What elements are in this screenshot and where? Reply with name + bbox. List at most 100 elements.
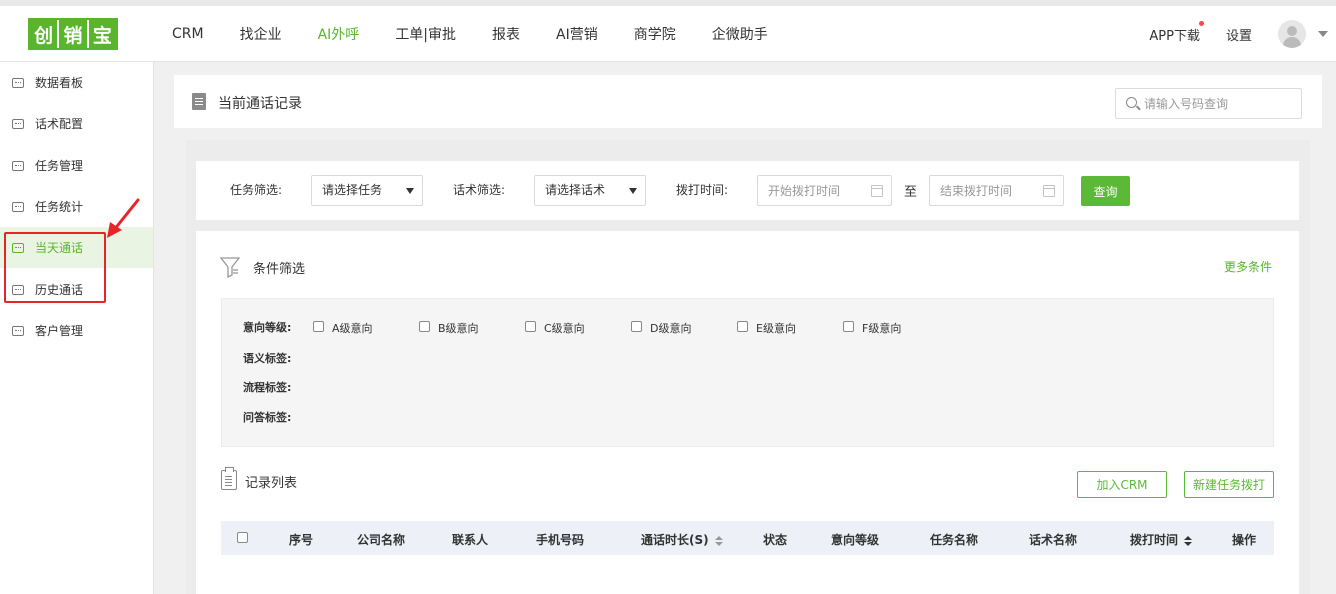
search-input[interactable] [1144, 89, 1294, 118]
nav-item-ai-call[interactable]: AI外呼 [318, 24, 360, 44]
record-list-title: 记录列表 [245, 476, 298, 491]
nav-item-crm[interactable]: CRM [172, 26, 204, 42]
logo-char: 创 [30, 20, 60, 48]
more-conditions-link[interactable]: 更多条件 [1224, 258, 1272, 275]
script-select-value: 请选择话术 [545, 183, 606, 197]
condition-panel: 意向等级: A级意向 B级意向 C级意向 D级意向 E级意向 F级意向 语义标签… [221, 298, 1274, 447]
sidebar-item-label: 话术配置 [35, 117, 84, 131]
sidebar-item-label: 历史通话 [35, 283, 84, 297]
nav-item-ticket-approval[interactable]: 工单|审批 [395, 24, 456, 44]
checkbox-box[interactable] [843, 321, 854, 332]
end-time-input[interactable] [940, 176, 1036, 205]
calendar-icon[interactable] [1043, 185, 1055, 197]
message-icon [12, 242, 24, 253]
logo-char: 宝 [92, 24, 112, 47]
checkbox-label: F级意向 [862, 322, 902, 335]
app-download-link[interactable]: APP下载 [1149, 20, 1204, 44]
chevron-down-icon[interactable] [1318, 31, 1328, 37]
column-header-label: 通话时长(S) [641, 533, 709, 547]
dropdown-arrow-icon [629, 188, 637, 194]
intent-b-checkbox[interactable]: B级意向 [419, 320, 479, 336]
checkbox-box[interactable] [419, 321, 430, 332]
end-time-picker[interactable] [929, 175, 1064, 206]
settings-link[interactable]: 设置 [1226, 25, 1252, 44]
page-header: 当前通话记录 [174, 75, 1322, 128]
intent-c-checkbox[interactable]: C级意向 [525, 320, 585, 336]
table-header: 序号 公司名称 联系人 手机号码 通话时长(S) 状态 意向等级 任务名称 话术… [221, 521, 1274, 555]
nav-item-ai-marketing[interactable]: AI营销 [556, 24, 598, 44]
checkbox-box[interactable] [525, 321, 536, 332]
column-header-script-name: 话术名称 [1029, 533, 1078, 547]
column-header-task-name: 任务名称 [930, 533, 979, 547]
column-header-call-time[interactable]: 拨打时间 [1130, 531, 1193, 548]
select-all-checkbox[interactable] [237, 532, 248, 543]
sidebar-item-label: 客户管理 [35, 324, 84, 338]
column-header-status: 状态 [763, 533, 788, 547]
sidebar-item-customer-management[interactable]: 客户管理 [0, 310, 153, 351]
column-header-company: 公司名称 [357, 533, 406, 547]
checkbox-label: B级意向 [438, 322, 479, 335]
new-task-dial-button[interactable]: 新建任务拨打 [1184, 471, 1274, 498]
script-filter-label: 话术筛选: [453, 183, 506, 197]
search-icon[interactable] [1126, 97, 1137, 108]
message-icon [12, 77, 24, 88]
user-avatar[interactable] [1278, 20, 1306, 48]
sidebar-item-script-config[interactable]: 话术配置 [0, 103, 153, 144]
nav-item-find-company[interactable]: 找企业 [240, 24, 282, 44]
task-select[interactable]: 请选择任务 [311, 175, 423, 206]
intent-e-checkbox[interactable]: E级意向 [737, 320, 796, 336]
app-download-label: APP下载 [1149, 28, 1200, 44]
sort-icon[interactable] [714, 535, 723, 546]
start-time-input[interactable] [768, 176, 864, 205]
nav-item-academy[interactable]: 商学院 [634, 24, 676, 44]
task-filter-label: 任务筛选: [230, 183, 283, 197]
intent-d-checkbox[interactable]: D级意向 [631, 320, 691, 336]
avatar-body-shape [1283, 37, 1301, 48]
sidebar-item-label: 当天通话 [35, 241, 84, 255]
sort-icon[interactable] [1184, 535, 1193, 546]
nav-item-wecom-assistant[interactable]: 企微助手 [712, 24, 768, 44]
column-header-contact: 联系人 [452, 533, 489, 547]
records-panel: 条件筛选 更多条件 意向等级: A级意向 B级意向 C级意向 D级意向 E级意向… [196, 231, 1299, 594]
message-icon [12, 201, 24, 212]
checkbox-label: C级意向 [544, 322, 585, 335]
add-to-crm-button[interactable]: 加入CRM [1077, 471, 1167, 498]
message-icon [12, 325, 24, 336]
intent-level-label: 意向等级: [243, 321, 292, 334]
query-button[interactable]: 查询 [1081, 176, 1130, 206]
column-header-actions: 操作 [1232, 533, 1257, 547]
message-icon [12, 118, 24, 129]
sidebar-item-label: 任务管理 [35, 159, 84, 173]
sidebar-item-label: 任务统计 [35, 200, 84, 214]
phone-search-box[interactable] [1115, 88, 1302, 119]
column-header-intent-level: 意向等级 [831, 533, 880, 547]
notification-dot [1198, 20, 1204, 26]
message-icon [12, 160, 24, 171]
checkbox-box[interactable] [737, 321, 748, 332]
clipboard-icon [221, 467, 237, 490]
nav-item-reports[interactable]: 报表 [492, 24, 520, 44]
sidebar-item-task-stats[interactable]: 任务统计 [0, 186, 153, 227]
start-time-picker[interactable] [757, 175, 892, 206]
app-logo[interactable]: 创 销 宝 [28, 18, 118, 50]
script-select[interactable]: 请选择话术 [534, 175, 646, 206]
sidebar-item-label: 数据看板 [35, 76, 84, 90]
qa-tag-label: 问答标签: [243, 411, 292, 424]
funnel-icon [220, 257, 240, 278]
column-header-label: 拨打时间 [1130, 533, 1179, 547]
checkbox-box[interactable] [631, 321, 642, 332]
sidebar-item-dashboard[interactable]: 数据看板 [0, 62, 153, 103]
checkbox-box[interactable] [313, 321, 324, 332]
dropdown-arrow-icon [406, 188, 414, 194]
calendar-icon[interactable] [871, 185, 883, 197]
checkbox-label: A级意向 [332, 322, 373, 335]
intent-a-checkbox[interactable]: A级意向 [313, 320, 373, 336]
sidebar-item-history-calls[interactable]: 历史通话 [0, 269, 153, 310]
sidebar-item-today-calls[interactable]: 当天通话 [0, 227, 153, 268]
top-navbar: 创 销 宝 CRM 找企业 AI外呼 工单|审批 报表 AI营销 商学院 企微助… [0, 0, 1336, 62]
top-right-tools: APP下载 设置 [1149, 6, 1328, 62]
intent-f-checkbox[interactable]: F级意向 [843, 320, 901, 336]
column-header-duration[interactable]: 通话时长(S) [641, 531, 723, 548]
sidebar-item-task-management[interactable]: 任务管理 [0, 145, 153, 186]
task-select-value: 请选择任务 [322, 183, 383, 197]
